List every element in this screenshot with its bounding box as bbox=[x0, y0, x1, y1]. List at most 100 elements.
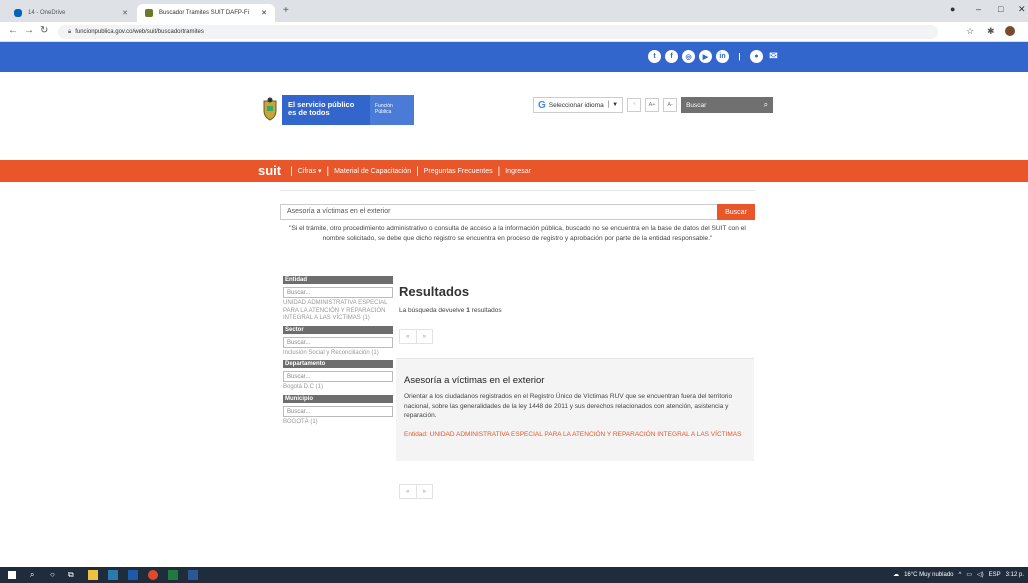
close-icon[interactable]: ✕ bbox=[261, 9, 267, 17]
filter-municipio: Municipio Buscar... BOGOTÁ (1) bbox=[283, 394, 393, 427]
menu-item-material[interactable]: Material de Capacitación bbox=[334, 168, 411, 175]
chevron-down-icon: │ ▼ bbox=[606, 102, 619, 108]
tab-suit[interactable]: Buscador Tramites SUIT DAFP-Fi ✕ bbox=[137, 4, 275, 22]
filter-search-input[interactable]: Buscar... bbox=[283, 371, 393, 382]
search-icon[interactable]: ⌕ bbox=[764, 100, 768, 110]
pager-prev-button[interactable]: « bbox=[400, 330, 416, 343]
mail-icon[interactable]: ✉ bbox=[767, 50, 780, 63]
coat-of-arms-icon bbox=[263, 97, 277, 121]
menu-item-login[interactable]: Ingresar bbox=[505, 168, 531, 175]
facebook-icon[interactable]: f bbox=[665, 50, 678, 63]
browser-tab-bar: 14 - OneDrive ✕ Buscador Tramites SUIT D… bbox=[0, 0, 1028, 22]
back-icon[interactable]: ← bbox=[8, 25, 18, 36]
outlook-icon[interactable] bbox=[128, 570, 138, 580]
clock[interactable]: 3:12 p. bbox=[1006, 572, 1024, 578]
avatar[interactable] bbox=[1005, 26, 1015, 36]
pager-next-button[interactable]: » bbox=[415, 330, 433, 343]
tab-title: 14 - OneDrive bbox=[28, 10, 66, 16]
cortana-icon[interactable]: ○ bbox=[50, 570, 60, 580]
forward-icon[interactable]: → bbox=[24, 25, 34, 36]
main-search-field[interactable]: Asesoría a víctimas en el exterior Busca… bbox=[280, 204, 755, 220]
network-icon[interactable]: ▭ bbox=[966, 571, 972, 578]
language-label: Seleccionar idioma bbox=[548, 101, 604, 109]
header-search-input[interactable]: Buscar ⌕ bbox=[681, 97, 774, 113]
address-bar-row: ← → ↻ 🔒︎ funcionpublica.gov.co/web/suit/b… bbox=[0, 22, 1028, 42]
app-icon[interactable] bbox=[108, 570, 118, 580]
filter-option[interactable]: UNIDAD ADMINISTRATIVA ESPECIAL PARA LA A… bbox=[283, 300, 393, 323]
result-card: Asesoría a víctimas en el exterior Orien… bbox=[396, 358, 754, 461]
excel-icon[interactable] bbox=[168, 570, 178, 580]
filter-option[interactable]: Bogotá D.C (1) bbox=[283, 384, 393, 392]
window-close-icon[interactable]: ✕ bbox=[1018, 4, 1026, 15]
filter-departamento: Departamento Buscar... Bogotá D.C (1) bbox=[283, 360, 393, 392]
filter-title: Municipio bbox=[283, 394, 393, 403]
url-field[interactable]: 🔒︎ funcionpublica.gov.co/web/suit/buscado… bbox=[58, 25, 938, 39]
header-tools: G Seleccionar idioma │ ▼ ◝ A+ A- Buscar … bbox=[533, 97, 774, 113]
star-icon[interactable]: ☆ bbox=[966, 26, 974, 37]
filter-search-input[interactable]: Buscar... bbox=[283, 405, 393, 417]
twitter-icon[interactable]: t bbox=[648, 50, 661, 63]
suit-logo[interactable]: suit bbox=[258, 164, 281, 177]
volume-icon[interactable]: ◁) bbox=[977, 571, 984, 578]
tab-title: Buscador Tramites SUIT DAFP-Fi bbox=[159, 10, 249, 16]
linkedin-icon[interactable]: in bbox=[716, 50, 729, 63]
lock-icon: 🔒︎ bbox=[68, 29, 72, 35]
language-indicator[interactable]: ESP bbox=[989, 572, 1001, 578]
header-search-placeholder: Buscar bbox=[686, 101, 707, 109]
logo-text: El servicio público es de todos bbox=[288, 100, 355, 117]
pager-bottom: « » bbox=[399, 484, 433, 499]
profile-dot-icon[interactable]: ● bbox=[950, 4, 955, 14]
result-title[interactable]: Asesoría a víctimas en el exterior bbox=[404, 375, 544, 386]
chrome-icon[interactable] bbox=[148, 570, 158, 580]
task-view-icon[interactable]: ⧉ bbox=[68, 570, 78, 580]
minimize-icon[interactable]: – bbox=[976, 4, 981, 14]
site-logo[interactable]: El servicio público es de todos Función … bbox=[282, 95, 414, 125]
favicon-icon bbox=[145, 9, 153, 17]
filter-option[interactable]: Inclusión Social y Reconciliación (1) bbox=[283, 350, 393, 358]
pager-prev-button[interactable]: « bbox=[400, 485, 416, 498]
font-decrease-button[interactable]: A- bbox=[663, 98, 678, 112]
cloud-icon bbox=[14, 9, 22, 17]
google-icon: G bbox=[538, 99, 546, 111]
language-select[interactable]: G Seleccionar idioma │ ▼ bbox=[533, 97, 624, 113]
maximize-icon[interactable]: □ bbox=[998, 4, 1003, 14]
results-count: La búsqueda devuelve 1 resultados bbox=[399, 307, 502, 314]
windows-start-icon[interactable] bbox=[8, 571, 16, 579]
filter-option[interactable]: BOGOTÁ (1) bbox=[283, 419, 393, 427]
filter-title: Departamento bbox=[283, 360, 393, 368]
social-links: t f ◎ ▶ in | ● ✉ bbox=[648, 50, 780, 63]
search-button[interactable]: Buscar bbox=[717, 204, 755, 220]
result-description: Orientar a los ciudadanos registrados en… bbox=[404, 393, 733, 419]
divider bbox=[280, 190, 755, 191]
results-title: Resultados bbox=[399, 284, 470, 299]
instagram-icon[interactable]: ◎ bbox=[682, 50, 695, 63]
windows-taskbar: ⌕ ○ ⧉ ☁ 16°C Muy nublado ^ ▭ ◁) ESP 3:12… bbox=[0, 567, 1028, 583]
main-menu-bar: suit | Cifras ▾ | Material de Capacitaci… bbox=[0, 160, 1028, 182]
filter-title: Entidad bbox=[283, 276, 393, 284]
rss-icon[interactable]: ◝ bbox=[627, 98, 642, 112]
new-tab-icon[interactable]: + bbox=[283, 5, 289, 16]
filter-search-input[interactable]: Buscar... bbox=[283, 287, 393, 298]
file-explorer-icon[interactable] bbox=[88, 570, 98, 580]
weather-icon: ☁ bbox=[893, 572, 900, 578]
url-text: funcionpublica.gov.co/web/suit/buscadort… bbox=[75, 29, 204, 35]
menu-item-cifras[interactable]: Cifras ▾ bbox=[298, 167, 322, 175]
menu-item-faq[interactable]: Preguntas Frecuentes bbox=[424, 168, 493, 175]
system-tray: ☁ 16°C Muy nublado ^ ▭ ◁) ESP 3:12 p. bbox=[893, 571, 1024, 579]
reload-icon[interactable]: ↻ bbox=[40, 25, 48, 36]
word-icon[interactable] bbox=[188, 570, 198, 580]
chevron-up-icon[interactable]: ^ bbox=[959, 572, 962, 578]
filter-search-input[interactable]: Buscar... bbox=[283, 336, 393, 348]
chat-icon[interactable]: ● bbox=[750, 50, 763, 63]
extensions-icon[interactable]: ✱ bbox=[987, 26, 995, 37]
tab-onedrive[interactable]: 14 - OneDrive ✕ bbox=[6, 4, 136, 22]
youtube-icon[interactable]: ▶ bbox=[699, 50, 712, 63]
font-increase-button[interactable]: A+ bbox=[645, 98, 660, 112]
pager-top: « » bbox=[399, 329, 433, 344]
close-icon[interactable]: ✕ bbox=[122, 9, 128, 17]
weather-text[interactable]: 16°C Muy nublado bbox=[904, 572, 953, 578]
search-icon[interactable]: ⌕ bbox=[30, 570, 40, 580]
result-entity-link[interactable]: Entidad: UNIDAD ADMINISTRATIVA ESPECIAL … bbox=[404, 430, 749, 440]
main-menu: suit | Cifras ▾ | Material de Capacitaci… bbox=[258, 163, 531, 178]
pager-next-button[interactable]: » bbox=[415, 485, 433, 498]
